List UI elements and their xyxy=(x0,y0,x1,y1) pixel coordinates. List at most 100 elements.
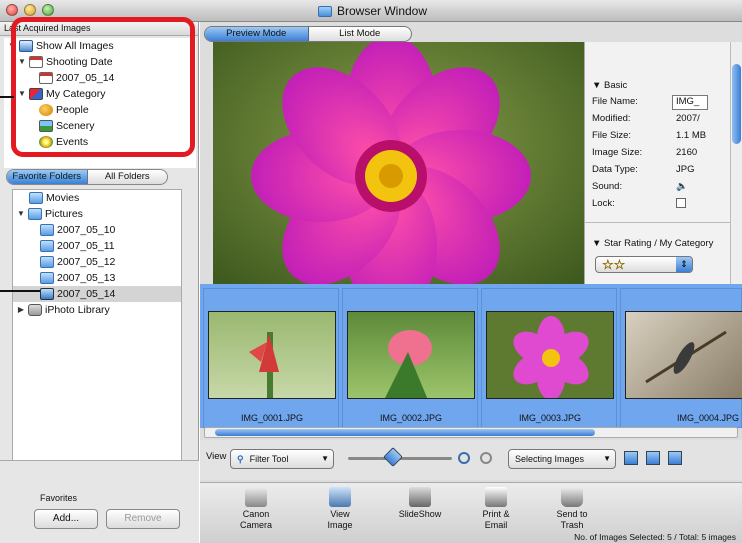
thumbnail-strip: IMG_0001.JPG IMG_0002.JPG IMG_0003.JPG I… xyxy=(200,284,742,428)
info-label: Modified: xyxy=(592,113,631,124)
close-window-button[interactable] xyxy=(6,4,18,16)
filter-icon: ⚲ xyxy=(237,454,244,464)
disclosure-triangle-icon[interactable]: ▼ xyxy=(8,38,16,54)
data-type-value: JPG xyxy=(676,164,695,175)
zoom-in-icon[interactable] xyxy=(458,452,470,464)
folder-item-movies[interactable]: Movies xyxy=(13,190,181,206)
zoom-out-icon[interactable] xyxy=(480,452,492,464)
status-bar-text: No. of Images Selected: 5 / Total: 5 ima… xyxy=(574,532,736,542)
tab-list-mode[interactable]: List Mode xyxy=(309,27,412,41)
last-acquired-header: Last Acquired Images xyxy=(0,22,198,36)
folder-item-2007-05-13[interactable]: 2007_05_13 xyxy=(13,270,181,286)
events-icon xyxy=(39,136,53,148)
bottom-toolbar: Canon Camera View Image SlideShow Print … xyxy=(200,482,742,543)
thumbnail-image xyxy=(486,311,614,399)
thumbnail[interactable]: IMG_0001.JPG xyxy=(203,288,339,428)
info-scrollbar[interactable] xyxy=(730,42,742,304)
star-icons: ☆☆ xyxy=(602,257,626,273)
file-name-value: IMG_ xyxy=(676,96,700,107)
print-email-button[interactable]: Print & Email xyxy=(466,487,526,531)
star-rating-select[interactable]: ☆☆ ⇕ xyxy=(595,256,693,273)
folder-icon xyxy=(29,192,43,204)
folder-item-2007-05-10[interactable]: 2007_05_10 xyxy=(13,222,181,238)
view-mode-icon[interactable] xyxy=(646,451,660,465)
right-panel: Preview Mode List Mode ▼ Basic File Name… xyxy=(200,22,742,543)
scroll-thumb[interactable] xyxy=(215,429,595,436)
folder-item-2007-05-14[interactable]: 2007_05_14 xyxy=(13,286,181,302)
tree-item-my-category[interactable]: ▼ My Category xyxy=(4,86,196,102)
callout-line-top xyxy=(0,96,14,98)
info-label: File Name: xyxy=(592,96,638,107)
folder-tabs: Favorite Folders All Folders xyxy=(6,169,168,185)
divider xyxy=(585,222,731,223)
disclosure-triangle-icon[interactable]: ▼ xyxy=(18,54,26,70)
scroll-thumb[interactable] xyxy=(732,64,741,144)
thumbnail[interactable]: IMG_0002.JPG xyxy=(342,288,478,428)
thumbnail-image xyxy=(347,311,475,399)
info-label: File Size: xyxy=(592,130,632,141)
people-icon xyxy=(39,104,53,116)
trash-icon xyxy=(561,487,583,507)
left-panel: Last Acquired Images ▼ Show All Images ▼… xyxy=(0,22,199,543)
disclosure-triangle-icon[interactable]: ▼ xyxy=(18,86,26,102)
scenery-icon xyxy=(39,120,53,132)
selecting-images-dropdown[interactable]: Selecting Images ▼ xyxy=(508,449,616,469)
title-bar: Browser Window xyxy=(0,0,742,22)
folder-icon xyxy=(40,256,54,268)
folder-item-2007-05-11[interactable]: 2007_05_11 xyxy=(13,238,181,254)
callout-line-bottom xyxy=(0,290,40,292)
tab-all-folders[interactable]: All Folders xyxy=(88,170,168,184)
view-mode-icon[interactable] xyxy=(668,451,682,465)
tab-favorite-folders[interactable]: Favorite Folders xyxy=(7,170,88,184)
thumbnail-scrollbar[interactable] xyxy=(204,427,738,438)
info-label: Lock: xyxy=(592,198,615,209)
dropdown-arrow-icon: ▼ xyxy=(321,454,329,463)
preview-image[interactable] xyxy=(213,42,584,304)
view-image-icon xyxy=(329,487,351,507)
tree-item-people[interactable]: People xyxy=(4,102,196,118)
thumbnail[interactable]: IMG_0003.JPG xyxy=(481,288,617,428)
folder-item-2007-05-12[interactable]: 2007_05_12 xyxy=(13,254,181,270)
zoom-window-button[interactable] xyxy=(42,4,54,16)
view-mode-icon[interactable] xyxy=(624,451,638,465)
thumbnail[interactable]: IMG_0004.JPG xyxy=(620,288,742,428)
remove-favorite-button[interactable]: Remove xyxy=(106,509,180,529)
tree-item-events[interactable]: Events xyxy=(4,134,196,150)
folder-icon xyxy=(40,288,54,300)
tree-item-date-2007-05-14[interactable]: 2007_05_14 xyxy=(4,70,196,86)
tab-preview-mode[interactable]: Preview Mode xyxy=(205,27,309,41)
tree-item-scenery[interactable]: Scenery xyxy=(4,118,196,134)
info-label: Data Type: xyxy=(592,164,638,175)
image-size-value: 2160 xyxy=(676,147,698,158)
folder-icon xyxy=(40,224,54,236)
thumbnail-label: IMG_0001.JPG xyxy=(240,413,304,423)
image-stack-icon xyxy=(19,40,33,52)
canon-camera-button[interactable]: Canon Camera xyxy=(226,487,286,531)
camera-icon xyxy=(245,487,267,507)
folder-icon xyxy=(40,240,54,252)
rating-section-header[interactable]: ▼ Star Rating / My Category xyxy=(592,238,713,249)
disclosure-triangle-icon[interactable]: ▼ xyxy=(17,206,25,222)
category-icon xyxy=(29,88,43,100)
send-to-trash-button[interactable]: Send to Trash xyxy=(542,487,602,531)
sound-icon: 🔈 xyxy=(676,181,688,192)
calendar-icon xyxy=(39,72,53,84)
thumbnail-image xyxy=(208,311,336,399)
lock-checkbox[interactable] xyxy=(676,198,686,208)
filter-tool-dropdown[interactable]: ⚲ Filter Tool ▼ xyxy=(230,449,334,469)
thumbnail-label: IMG_0003.JPG xyxy=(518,413,582,423)
tree-item-shooting-date[interactable]: ▼ Shooting Date xyxy=(4,54,196,70)
favorites-label: Favorites xyxy=(40,493,78,503)
folder-item-iphoto-library[interactable]: ▶ iPhoto Library xyxy=(13,302,181,318)
disclosure-triangle-icon[interactable]: ▶ xyxy=(17,302,25,318)
basic-section-header[interactable]: ▼ Basic xyxy=(592,80,627,91)
info-label: Sound: xyxy=(592,181,623,192)
folder-item-pictures[interactable]: ▼ Pictures xyxy=(13,206,181,222)
slideshow-button[interactable]: SlideShow xyxy=(390,487,450,520)
minimize-window-button[interactable] xyxy=(24,4,36,16)
folder-icon xyxy=(28,208,42,220)
add-favorite-button[interactable]: Add... xyxy=(34,509,98,529)
modified-value: 2007/ xyxy=(676,113,700,124)
view-image-button[interactable]: View Image xyxy=(310,487,370,531)
tree-item-show-all-images[interactable]: ▼ Show All Images xyxy=(4,38,196,54)
